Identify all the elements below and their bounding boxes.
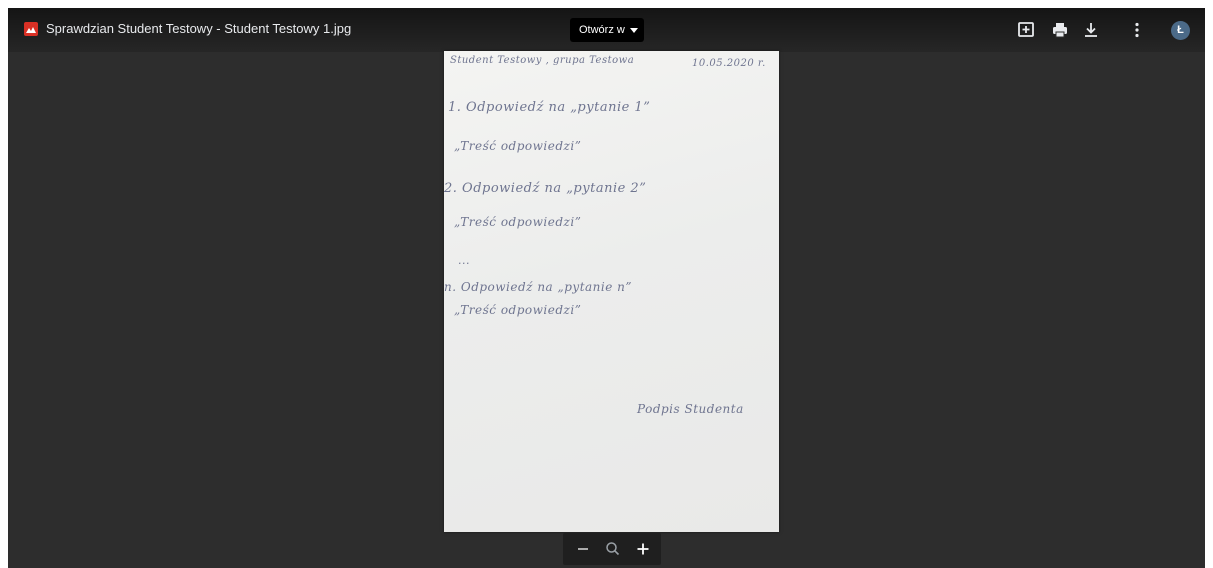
zoom-out-icon[interactable] xyxy=(573,539,593,559)
document-image: Student Testowy , grupa Testowa 10.05.20… xyxy=(444,51,779,532)
student-signature: Podpis Studenta xyxy=(637,402,744,416)
account-avatar[interactable]: Ł xyxy=(1171,21,1190,40)
print-icon[interactable] xyxy=(1050,20,1070,40)
handwritten-header: Student Testowy , grupa Testowa xyxy=(450,55,635,66)
question-n-answer: „Treść odpowiedzi” xyxy=(454,303,582,317)
handwritten-date: 10.05.2020 r. xyxy=(692,58,766,69)
question-1-heading: 1. Odpowiedź na „pytanie 1” xyxy=(448,100,651,115)
more-vert-icon[interactable] xyxy=(1127,20,1147,40)
handwritten-ellipsis: ... xyxy=(458,254,470,267)
zoom-controls xyxy=(563,533,661,565)
question-1-answer: „Treść odpowiedzi” xyxy=(454,139,582,153)
file-viewer: Sprawdzian Student Testowy - Student Tes… xyxy=(8,8,1205,568)
viewer-topbar: Sprawdzian Student Testowy - Student Tes… xyxy=(8,8,1205,52)
file-title: Sprawdzian Student Testowy - Student Tes… xyxy=(46,21,352,36)
zoom-reset-icon[interactable] xyxy=(603,539,623,559)
image-file-icon xyxy=(24,22,38,36)
question-n-heading: n. Odpowiedź na „pytanie n” xyxy=(444,280,633,294)
add-comment-icon[interactable] xyxy=(1016,20,1036,40)
open-with-button[interactable]: Otwórz w xyxy=(570,18,644,42)
zoom-in-icon[interactable] xyxy=(633,539,653,559)
question-2-heading: 2. Odpowiedź na „pytanie 2” xyxy=(444,181,647,196)
open-with-label: Otwórz w xyxy=(579,24,625,36)
caret-down-icon xyxy=(630,28,638,33)
download-icon[interactable] xyxy=(1081,20,1101,40)
question-2-answer: „Treść odpowiedzi” xyxy=(454,215,582,229)
